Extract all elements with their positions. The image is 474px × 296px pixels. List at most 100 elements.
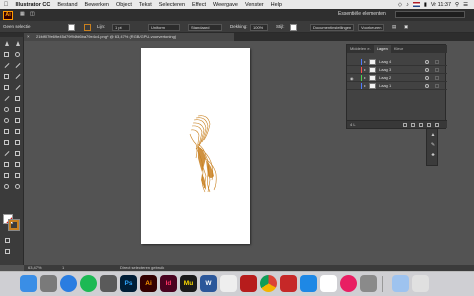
launchpad-icon[interactable] <box>40 275 57 292</box>
brush-definition[interactable]: Standaard <box>188 23 222 31</box>
hand-tool-icon[interactable] <box>2 182 11 191</box>
target-icon[interactable] <box>425 84 429 88</box>
align-icon[interactable]: ▤ <box>392 24 396 30</box>
photo-booth-icon[interactable] <box>280 275 297 292</box>
pen-tool-icon[interactable] <box>2 61 11 70</box>
photoshop-icon[interactable]: Ps <box>120 275 137 292</box>
zoom-tool-icon[interactable] <box>13 182 22 191</box>
itunes-icon[interactable] <box>340 275 357 292</box>
notification-center-icon[interactable]: ☰ <box>463 2 468 8</box>
paintbrush-tool-icon[interactable] <box>13 83 22 92</box>
free-transform-tool-icon[interactable] <box>13 116 22 125</box>
eraser-tool-icon[interactable] <box>13 94 22 103</box>
selection-tool-icon[interactable] <box>2 39 11 48</box>
blend-tool-icon[interactable] <box>13 149 22 158</box>
menu-weergave[interactable]: Weergave <box>210 2 242 8</box>
tab-color[interactable]: Kleur <box>391 45 406 53</box>
volume-icon[interactable]: ♪ <box>406 2 409 8</box>
layer-row[interactable]: ◉ ▸ Laag 2 <box>347 74 447 82</box>
chrome-icon[interactable] <box>260 275 277 292</box>
target-icon[interactable] <box>425 68 429 72</box>
menu-help[interactable]: Help <box>267 2 285 8</box>
expand-arrow-icon[interactable]: ▸ <box>364 59 366 65</box>
close-tab-icon[interactable]: × <box>27 34 30 39</box>
warp-tool-icon[interactable] <box>2 116 11 125</box>
stroke-color-swatch[interactable] <box>8 219 20 231</box>
stroke-weight-input[interactable]: 1 pt <box>112 23 130 31</box>
rotate-tool-icon[interactable] <box>2 105 11 114</box>
trash-icon[interactable] <box>412 275 429 292</box>
muse-icon[interactable]: Mu <box>180 275 197 292</box>
filezilla-icon[interactable] <box>240 275 257 292</box>
rectangle-tool-icon[interactable] <box>2 83 11 92</box>
expand-arrow-icon[interactable]: ▸ <box>364 75 366 81</box>
target-icon[interactable] <box>425 76 429 80</box>
transform-icon[interactable]: ▣ <box>404 24 408 30</box>
arrange-documents-icon[interactable]: ◫ <box>30 11 35 17</box>
make-clipping-mask-icon[interactable] <box>411 123 415 127</box>
calendar-icon[interactable] <box>320 275 337 292</box>
symbol-sprayer-tool-icon[interactable] <box>2 160 11 169</box>
menu-venster[interactable]: Venster <box>241 2 267 8</box>
tab-assets[interactable]: Middelen e. <box>347 45 374 53</box>
visibility-toggle-icon[interactable] <box>350 68 355 73</box>
curvature-tool-icon[interactable] <box>13 61 22 70</box>
downloads-icon[interactable] <box>392 275 409 292</box>
properties-icon[interactable]: ▲ <box>430 132 436 138</box>
menu-bestand[interactable]: Bestand <box>54 2 81 8</box>
visibility-eye-icon[interactable]: ◉ <box>350 76 355 81</box>
selection-indicator[interactable] <box>435 84 439 88</box>
layer-name[interactable]: Laag 1 <box>379 82 391 90</box>
direct-selection-tool-icon[interactable] <box>13 39 22 48</box>
screen-mode-icon[interactable] <box>3 247 12 256</box>
preview-icon[interactable] <box>220 275 237 292</box>
tools-panel-header[interactable] <box>0 33 24 37</box>
spotlight-search-icon[interactable]: ⚲ <box>455 2 459 8</box>
tab-layers[interactable]: Lagen <box>373 45 391 53</box>
clock[interactable]: Vr 11:37 <box>431 2 451 8</box>
safari-icon[interactable] <box>60 275 77 292</box>
draw-mode-icon[interactable] <box>3 236 12 245</box>
expand-arrow-icon[interactable]: ▸ <box>364 83 366 89</box>
layer-name[interactable]: Laag 3 <box>379 66 391 74</box>
fill-stroke-indicator[interactable] <box>3 214 21 232</box>
graphic-style-swatch[interactable] <box>290 23 297 31</box>
fill-swatch[interactable] <box>68 23 75 31</box>
apple-icon[interactable]:  <box>0 2 12 8</box>
new-sublayer-icon[interactable] <box>419 123 423 127</box>
lasso-tool-icon[interactable] <box>13 50 22 59</box>
indesign-icon[interactable]: Id <box>160 275 177 292</box>
new-layer-icon[interactable] <box>427 123 431 127</box>
battery-icon[interactable]: ▮ <box>424 2 427 8</box>
bridge-icon[interactable]: ▦ <box>20 11 25 17</box>
mesh-tool-icon[interactable] <box>2 138 11 147</box>
visibility-toggle-icon[interactable] <box>350 60 355 65</box>
gradient-tool-icon[interactable] <box>13 138 22 147</box>
adobe-stock-search[interactable] <box>395 11 465 18</box>
menu-app-name[interactable]: Illustrator CC <box>12 2 54 8</box>
delete-layer-icon[interactable] <box>435 123 439 127</box>
menu-bewerken[interactable]: Bewerken <box>81 2 112 8</box>
opacity-input[interactable]: 100% <box>250 23 268 31</box>
type-tool-icon[interactable] <box>2 72 11 81</box>
app-store-icon[interactable] <box>300 275 317 292</box>
menu-object[interactable]: Object <box>113 2 136 8</box>
layer-name[interactable]: Laag 2 <box>379 74 391 82</box>
menu-selecteren[interactable]: Selecteren <box>155 2 188 8</box>
layer-row[interactable]: ▸ Laag 4 <box>347 58 447 66</box>
line-segment-tool-icon[interactable] <box>13 72 22 81</box>
finder-icon[interactable] <box>20 275 37 292</box>
column-graph-tool-icon[interactable] <box>13 160 22 169</box>
preferences-button[interactable]: Voorkeuren <box>358 23 384 31</box>
target-icon[interactable] <box>425 60 429 64</box>
document-tab[interactable]: 21fdf07fe69e45d79f94fd6ba79e4c4.png* @ 6… <box>24 33 234 41</box>
artboard-tool-icon[interactable] <box>2 171 11 180</box>
layer-row[interactable]: ▸ Laag 1 <box>347 82 447 90</box>
image-capture-icon[interactable] <box>100 275 117 292</box>
expand-arrow-icon[interactable]: ▸ <box>364 67 366 73</box>
symbols-icon[interactable]: ♣ <box>430 152 436 158</box>
layer-row[interactable]: ▸ Laag 3 <box>347 66 447 74</box>
scale-tool-icon[interactable] <box>13 105 22 114</box>
brushes-icon[interactable]: ✎ <box>430 142 436 148</box>
pencil-tool-icon[interactable] <box>2 94 11 103</box>
